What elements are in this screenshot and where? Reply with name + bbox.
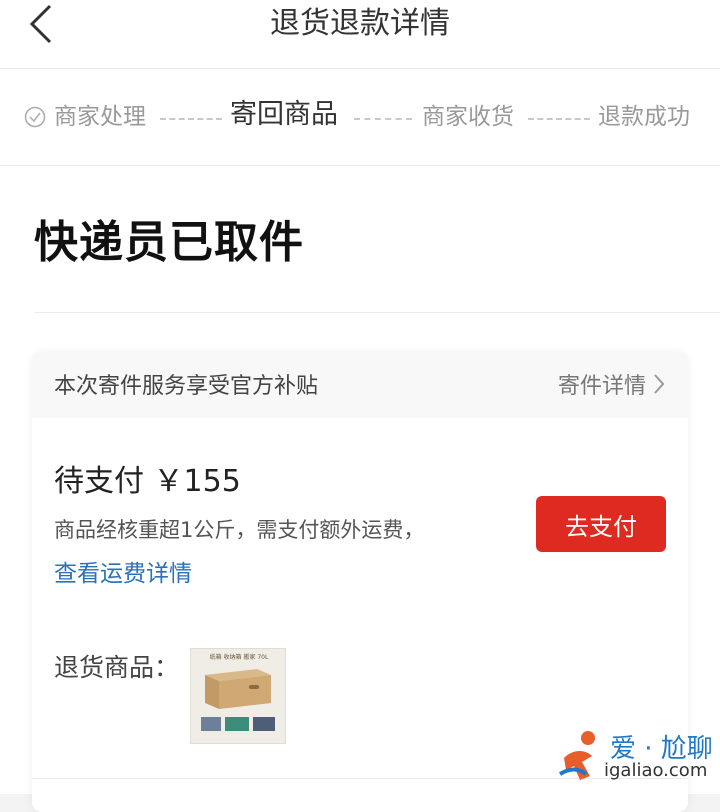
step-refund-success: 退款成功 [598,104,690,130]
check-circle-icon [24,106,46,128]
step-connector [160,118,222,120]
card-header: 本次寄件服务享受官方补贴 寄件详情 [32,352,688,418]
step-connector [354,118,412,120]
progress-steps: 商家处理 寄回商品 商家收货 退款成功 [0,69,720,166]
subsidy-text: 本次寄件服务享受官方补贴 [54,374,319,399]
runner-logo-icon [558,731,595,780]
nav-header: 退货退款详情 [0,0,720,69]
step-connector [528,118,590,120]
cardboard-box-icon [201,669,275,731]
pay-button[interactable]: 去支付 [536,496,666,552]
payment-description: 商品经核重超1公斤，需支付额外运费， [54,518,425,542]
step-merchant-processing: 商家处理 [54,104,146,130]
payment-due-title: 待支付 ￥155 [54,464,241,499]
divider [34,312,720,313]
product-thumbnail[interactable]: 纸箱 收纳箱 搬家 70L [190,648,286,744]
main-content: 快递员已取件 本次寄件服务享受官方补贴 寄件详情 待支付 ￥155 商品经核重超… [0,166,720,812]
step-merchant-receipt: 商家收货 [422,104,514,130]
page-title: 退货退款详情 [270,6,450,41]
watermark-url: igaliao.com [604,760,708,781]
step-return-goods: 寄回商品 [230,99,338,130]
shipping-detail-link[interactable]: 寄件详情 [558,368,666,400]
shipping-detail-label: 寄件详情 [557,374,646,399]
watermark-logo: 爱 · 尬聊 igaliao.com [556,726,716,792]
status-heading: 快递员已取件 [34,217,304,268]
return-goods-label: 退货商品： [54,653,180,682]
view-fee-details-link[interactable]: 查看运费详情 [54,554,192,588]
chevron-right-icon [654,374,665,394]
